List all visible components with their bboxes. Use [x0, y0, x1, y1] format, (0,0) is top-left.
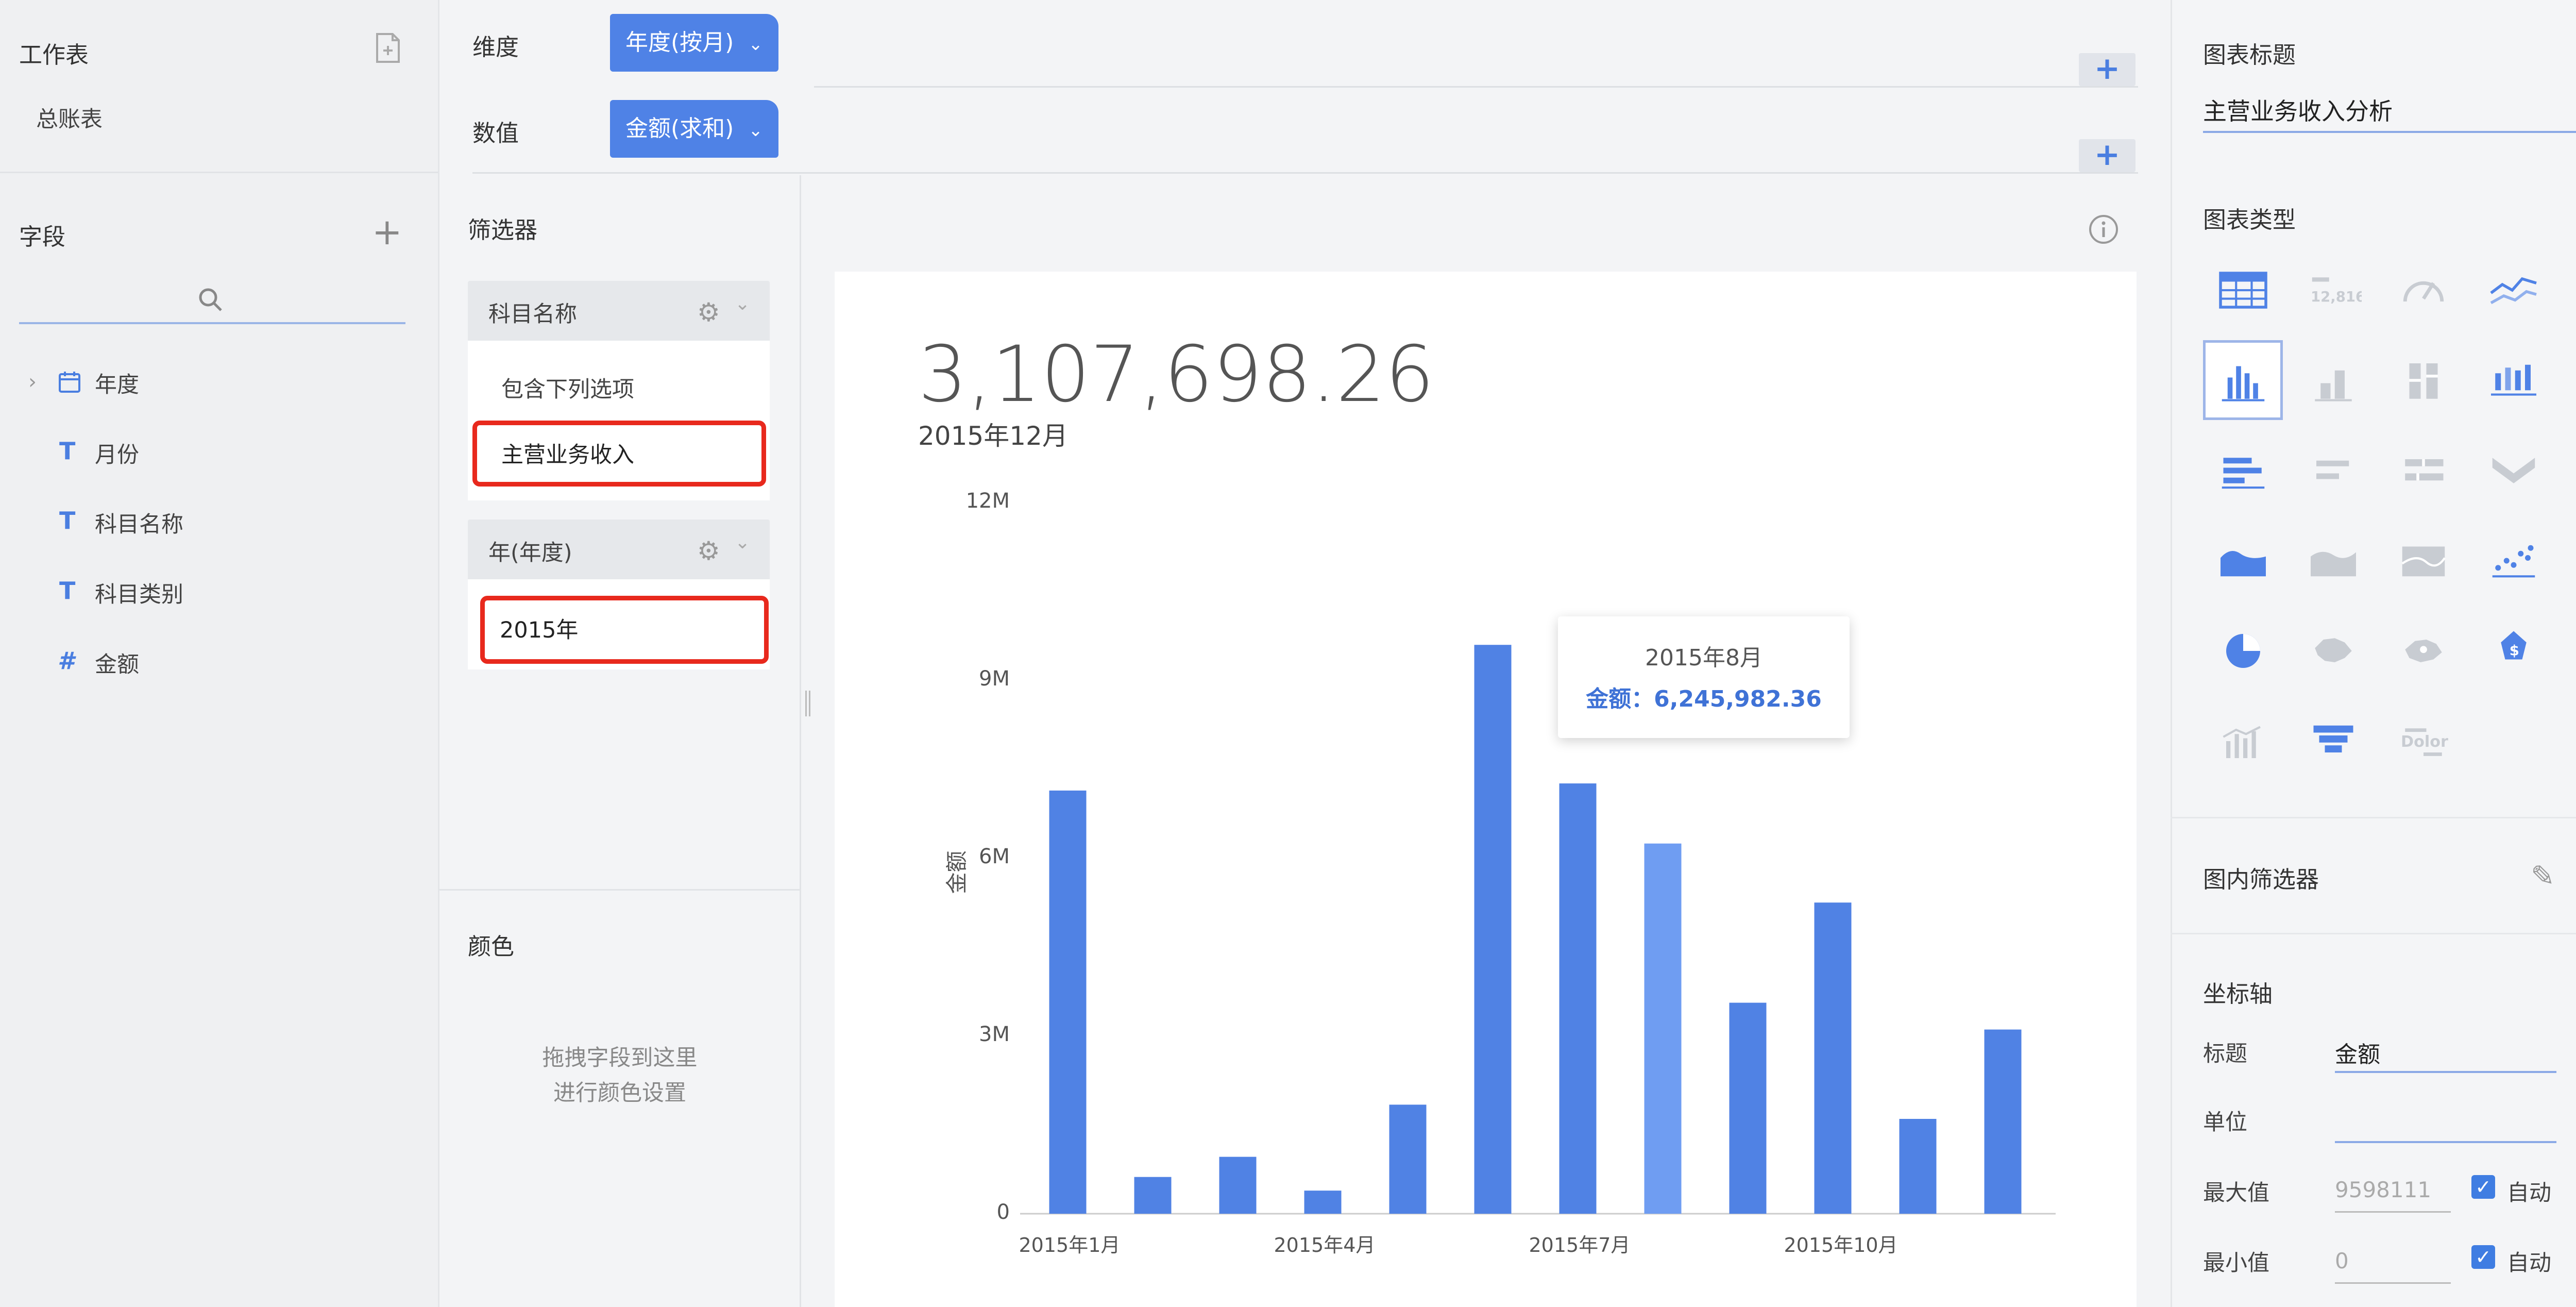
inner-filter-label: 图内筛选器 — [2203, 866, 2319, 893]
axis-section-label: 坐标轴 — [2203, 980, 2273, 1008]
table-chart-icon — [2218, 271, 2267, 309]
chart-type-option[interactable] — [2203, 701, 2283, 781]
chart-type-label: 图表类型 — [2203, 206, 2296, 233]
chart-type-option[interactable] — [2473, 430, 2553, 510]
axis-title-label: 标题 — [2203, 1041, 2247, 1067]
chart-type-option[interactable] — [2383, 250, 2463, 330]
tooltip-value: 金额：6,245,982.36 — [1558, 680, 1850, 713]
min-auto-label: 自动 — [2507, 1250, 2551, 1276]
percent-area-icon — [2401, 546, 2446, 576]
chart-bar[interactable] — [1899, 1119, 1937, 1214]
divider — [2171, 817, 2576, 818]
chart-bar[interactable] — [1474, 645, 1512, 1214]
max-auto-checkbox[interactable]: ✓ — [2471, 1175, 2495, 1199]
chart-type-option[interactable] — [2293, 430, 2373, 510]
stacked-column-icon — [2314, 370, 2352, 401]
china-map-icon — [2314, 638, 2352, 662]
min-auto-checkbox[interactable]: ✓ — [2471, 1245, 2495, 1269]
column-chart-icon — [2222, 366, 2264, 401]
world-map-icon: $ — [2500, 631, 2527, 659]
area-chart-icon — [2220, 550, 2266, 576]
stacked-bar-icon — [2316, 460, 2349, 479]
max-value: 9598111 — [2335, 1177, 2432, 1202]
chart-bar[interactable] — [1814, 902, 1852, 1214]
chart-title-value: 主营业务收入分析 — [2203, 97, 2393, 125]
max-value-input[interactable]: 9598111 — [2335, 1166, 2451, 1213]
line-chart-icon — [2489, 277, 2537, 304]
chart-type-option[interactable] — [2203, 340, 2283, 420]
chart-title-input[interactable]: 主营业务收入分析 — [2203, 88, 2576, 133]
chart-type-option[interactable] — [2383, 340, 2463, 420]
chart-bar[interactable] — [1049, 790, 1087, 1214]
chart-type-option[interactable] — [2383, 611, 2463, 691]
divider — [2171, 933, 2576, 934]
tooltip-title: 2015年8月 — [1645, 645, 1762, 671]
chart-bar[interactable] — [1389, 1104, 1427, 1214]
funnel-chart-icon — [2313, 725, 2353, 752]
x-tick-label: 2015年7月 — [1529, 1234, 1631, 1256]
svg-text:$: $ — [2509, 642, 2519, 659]
axis-title-input[interactable]: 金额 — [2335, 1026, 2556, 1073]
chart-type-option[interactable]: 12,816 — [2293, 250, 2373, 330]
chart-type-option[interactable] — [2383, 521, 2463, 600]
chart-bar[interactable] — [1304, 1191, 1342, 1214]
chart-type-option[interactable] — [2203, 611, 2283, 691]
y-tick-label: 6M — [979, 845, 1010, 868]
chart-type-option[interactable] — [2293, 701, 2373, 781]
pie-chart-icon — [2226, 633, 2260, 668]
chart-type-option[interactable] — [2203, 430, 2283, 510]
chart-type-option[interactable] — [2473, 250, 2553, 330]
chart-type-option[interactable]: $ — [2473, 611, 2553, 691]
min-value: 0 — [2335, 1248, 2349, 1274]
bar-chart-icon — [2222, 457, 2264, 489]
edit-pencil-icon[interactable]: ✎ — [2531, 860, 2555, 893]
chart-bar[interactable] — [1559, 783, 1597, 1214]
svg-text:Dolor: Dolor — [2401, 733, 2448, 751]
max-auto-label: 自动 — [2507, 1180, 2551, 1206]
chart-bar[interactable] — [1984, 1029, 2022, 1214]
x-tick-label: 2015年10月 — [1784, 1234, 1898, 1256]
unit-input[interactable] — [2335, 1096, 2556, 1143]
chart-type-option[interactable] — [2383, 430, 2463, 510]
stacked-area-icon — [2310, 551, 2356, 576]
chart-type-option[interactable] — [2473, 340, 2553, 420]
chart-type-option[interactable]: Dolor — [2383, 701, 2463, 781]
chart-type-option[interactable] — [2473, 521, 2553, 600]
word-cloud-icon: Dolor — [2401, 728, 2448, 756]
y-tick-label: 9M — [979, 667, 1010, 691]
y-tick-label: 12M — [965, 489, 1010, 513]
x-tick-label: 2015年1月 — [1019, 1234, 1121, 1256]
x-tick-label: 2015年4月 — [1274, 1234, 1376, 1256]
chart-bar[interactable] — [1219, 1157, 1257, 1214]
min-value-input[interactable]: 0 — [2335, 1237, 2451, 1284]
chart-type-option[interactable] — [2293, 611, 2373, 691]
chart-bar[interactable] — [1134, 1177, 1172, 1214]
bubble-map-icon — [2404, 639, 2442, 662]
chart-type-option[interactable] — [2203, 250, 2283, 330]
scatter-chart-icon — [2492, 545, 2535, 577]
unit-label: 单位 — [2203, 1110, 2247, 1135]
chart-type-option[interactable] — [2293, 521, 2373, 600]
chart-title-label: 图表标题 — [2203, 41, 2296, 69]
percent-bar-icon — [2404, 459, 2443, 480]
range-column-icon — [2490, 364, 2536, 396]
axis-title-value: 金额 — [2335, 1042, 2380, 1068]
chart-type-option[interactable] — [2293, 340, 2373, 420]
percent-column-icon — [2409, 363, 2437, 399]
max-label: 最大值 — [2203, 1180, 2269, 1206]
chart-bar[interactable] — [1644, 843, 1682, 1214]
tooltip-series-value: 6,245,982.36 — [1654, 686, 1822, 712]
chart-bar[interactable] — [1729, 1002, 1767, 1214]
kpi-number-icon: 12,816 — [2311, 277, 2362, 305]
tooltip-series-label: 金额： — [1586, 686, 1654, 712]
y-tick-label: 3M — [979, 1023, 1010, 1046]
ribbon-chart-icon — [2492, 457, 2535, 483]
chart-tooltip: 2015年8月 金额：6,245,982.36 — [1558, 616, 1850, 738]
combo-chart-icon — [2222, 726, 2261, 758]
y-tick-label: 0 — [996, 1200, 1010, 1224]
gauge-icon — [2403, 281, 2444, 301]
chart-type-option[interactable] — [2203, 521, 2283, 600]
svg-text:12,816: 12,816 — [2311, 289, 2362, 305]
min-label: 最小值 — [2203, 1250, 2269, 1276]
